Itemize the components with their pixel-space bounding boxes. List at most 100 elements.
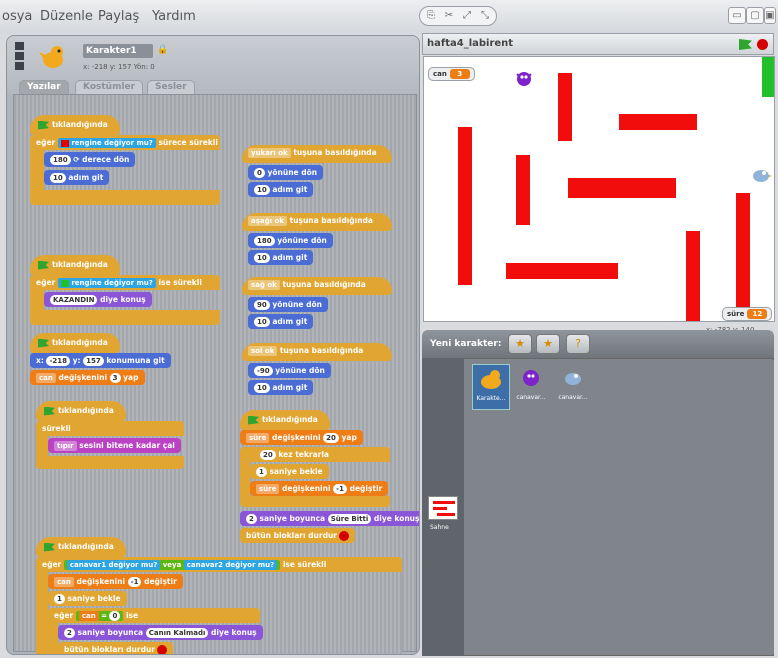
copy-stamp-icon[interactable]: ⎘ (422, 8, 440, 25)
play-sound-block[interactable]: tıpır sesini bitene kadar çal (48, 438, 181, 453)
stage[interactable]: can 3 süre 12 (423, 56, 775, 322)
scripts-area[interactable]: tıklandığında eğer rengine değiyor mu? s… (13, 94, 419, 654)
stage-header: hafta4_labirent (422, 33, 774, 55)
menu-help[interactable]: Yardım (152, 9, 196, 24)
green-flag-icon (38, 260, 49, 270)
turn-block[interactable]: 180 ⟳ derece dön (44, 152, 136, 167)
move-block[interactable]: 10 adım git (248, 380, 314, 395)
when-key-pressed-hat[interactable]: yukarı ok tuşuna basıldığında (242, 145, 392, 163)
rotation-style-buttons (15, 42, 25, 72)
tab-costumes[interactable]: Kostümler (75, 80, 144, 95)
move-block[interactable]: 10 adım git (248, 182, 314, 197)
menu-file[interactable]: osya (2, 9, 32, 24)
when-flag-clicked-hat[interactable]: tıklandığında (30, 115, 120, 135)
flip-icon[interactable] (15, 52, 24, 60)
if-forever-header: eğer canavar1 değiyor mu? veya canavar2 … (42, 560, 327, 570)
green-flag-icon (44, 542, 55, 552)
sprite-thumb-canavar2[interactable]: canavar... (554, 364, 592, 410)
say-block[interactable]: KAZANDIN diye konuş (44, 292, 152, 307)
say-for-secs-block[interactable]: 2 saniye boyunca Canın Kalmadı diye konu… (58, 625, 263, 640)
when-flag-clicked-hat[interactable]: tıklandığında (240, 410, 330, 430)
stop-all-block[interactable]: bütün blokları durdur (240, 528, 355, 543)
small-stage-icon[interactable]: ▭ (728, 7, 746, 24)
lock-icon[interactable]: 🔒 (157, 45, 168, 55)
presentation-mode-icon[interactable]: ▣ (764, 7, 776, 24)
new-sprite-label: Yeni karakter: (430, 339, 502, 349)
green-flag-button[interactable] (739, 39, 752, 50)
menu-edit[interactable]: Düzenle (40, 9, 93, 24)
variable-monitor-can: can 3 (428, 67, 475, 81)
point-direction-block[interactable]: 0 yönüne dön (248, 165, 324, 180)
forever-label: sürekli (42, 424, 71, 433)
rotate-icon[interactable] (15, 42, 24, 50)
sprite-thumb-canavar1[interactable]: canavar... (512, 364, 550, 410)
no-rotate-icon[interactable] (15, 62, 24, 70)
change-variable-block[interactable]: süre değişkenini -1 değiştir (250, 481, 389, 496)
when-flag-clicked-hat[interactable]: tıklandığında (36, 537, 126, 557)
if-header: eğer can = 0 ise (54, 611, 139, 621)
sprites-grid: Karakte... canavar... canavar... (468, 360, 774, 654)
maze-wall (506, 263, 618, 279)
monster-sprite[interactable] (514, 69, 534, 89)
if-forever-header: eğer rengine değiyor mu? ise sürekli (36, 278, 202, 288)
paint-sprite-icon[interactable]: ★ (508, 334, 532, 354)
move-block[interactable]: 10 adım git (44, 170, 110, 185)
when-flag-clicked-hat[interactable]: tıklandığında (30, 333, 120, 353)
set-variable-block[interactable]: can değişkenini 3 yap (30, 370, 145, 385)
stage-thumbnail[interactable] (428, 496, 458, 520)
wait-block[interactable]: 1 saniye bekle (250, 464, 329, 479)
move-block[interactable]: 10 adım git (248, 250, 314, 265)
maze-wall (516, 155, 530, 225)
if-forever-header: eğer rengine değiyor mu? sürece sürekli (36, 138, 218, 148)
variable-monitor-sure: süre 12 (722, 307, 773, 321)
goto-xy-block[interactable]: x: -218 y: 157 konumuna git (30, 353, 171, 368)
set-variable-block[interactable]: süre değişkenini 20 yap (240, 430, 363, 445)
move-block[interactable]: 10 adım git (248, 314, 314, 329)
stop-button[interactable] (757, 39, 768, 50)
or-operator[interactable]: canavar1 değiyor mu? veya canavar2 değiy… (63, 560, 281, 570)
stage-thumbnail-column: Sahne (422, 358, 464, 656)
stop-all-block[interactable]: bütün blokları durdur (58, 642, 173, 654)
menu-share[interactable]: Paylaş (98, 9, 139, 24)
change-variable-block[interactable]: can değişkenini -1 değiştir (48, 574, 183, 589)
sprite-header: Karakter1 🔒 x: -218 y: 157 Yön: 0 Yazıla… (7, 36, 419, 95)
random-sprite-icon[interactable]: ? (566, 334, 590, 354)
shrink-icon[interactable]: ⤡ (476, 8, 494, 25)
stage-label: Sahne (430, 524, 449, 531)
say-for-secs-block[interactable]: 2 saniye boyunca Süre Bitti diye konuş (240, 511, 419, 526)
when-key-pressed-hat[interactable]: aşağı ok tuşuna basıldığında (242, 213, 392, 231)
tab-scripts[interactable]: Yazılar (19, 80, 69, 95)
point-direction-block[interactable]: 180 yönüne dön (248, 233, 333, 248)
point-direction-block[interactable]: -90 yönüne dön (248, 363, 331, 378)
touching-color-sensing[interactable]: rengine değiyor mu? (57, 278, 156, 288)
maze-wall (458, 127, 472, 285)
delete-scissors-icon[interactable]: ✂ (440, 8, 458, 25)
when-flag-clicked-hat[interactable]: tıklandığında (36, 401, 126, 421)
point-direction-block[interactable]: 90 yönüne dön (248, 297, 328, 312)
sprite-thumb-karakter1[interactable]: Karakte... (472, 364, 510, 410)
stop-sign-icon (157, 645, 167, 654)
choose-sprite-icon[interactable]: ★ (536, 334, 560, 354)
wait-block[interactable]: 1 saniye bekle (48, 591, 127, 606)
maze-wall (568, 178, 676, 198)
sprite-list-header: Yeni karakter: ★ ★ ? (422, 330, 774, 358)
bird-sprite[interactable] (750, 165, 772, 185)
maze-wall (619, 114, 697, 130)
when-key-pressed-hat[interactable]: sağ ok tuşuna basıldığında (242, 277, 392, 295)
normal-stage-icon[interactable]: ▢ (746, 7, 764, 24)
sprite-name-field[interactable]: Karakter1 (83, 44, 153, 58)
sprite-panel: Karakter1 🔒 x: -218 y: 157 Yön: 0 Yazıla… (6, 35, 420, 655)
green-flag-icon (38, 338, 49, 348)
stop-sign-icon (339, 531, 349, 541)
maze-wall (558, 73, 572, 141)
repeat-header: 20 kez tekrarla (254, 447, 335, 462)
sprite-thumbnail (37, 42, 69, 72)
goal-area (762, 57, 774, 97)
when-key-pressed-hat[interactable]: sol ok tuşuna basıldığında (242, 343, 392, 361)
touching-color-sensing[interactable]: rengine değiyor mu? (57, 138, 156, 148)
grow-icon[interactable]: ⤢ (458, 8, 476, 25)
when-flag-clicked-hat[interactable]: tıklandığında (30, 255, 120, 275)
green-flag-icon (38, 120, 49, 130)
project-title: hafta4_labirent (427, 38, 514, 49)
tab-sounds[interactable]: Sesler (147, 80, 195, 95)
